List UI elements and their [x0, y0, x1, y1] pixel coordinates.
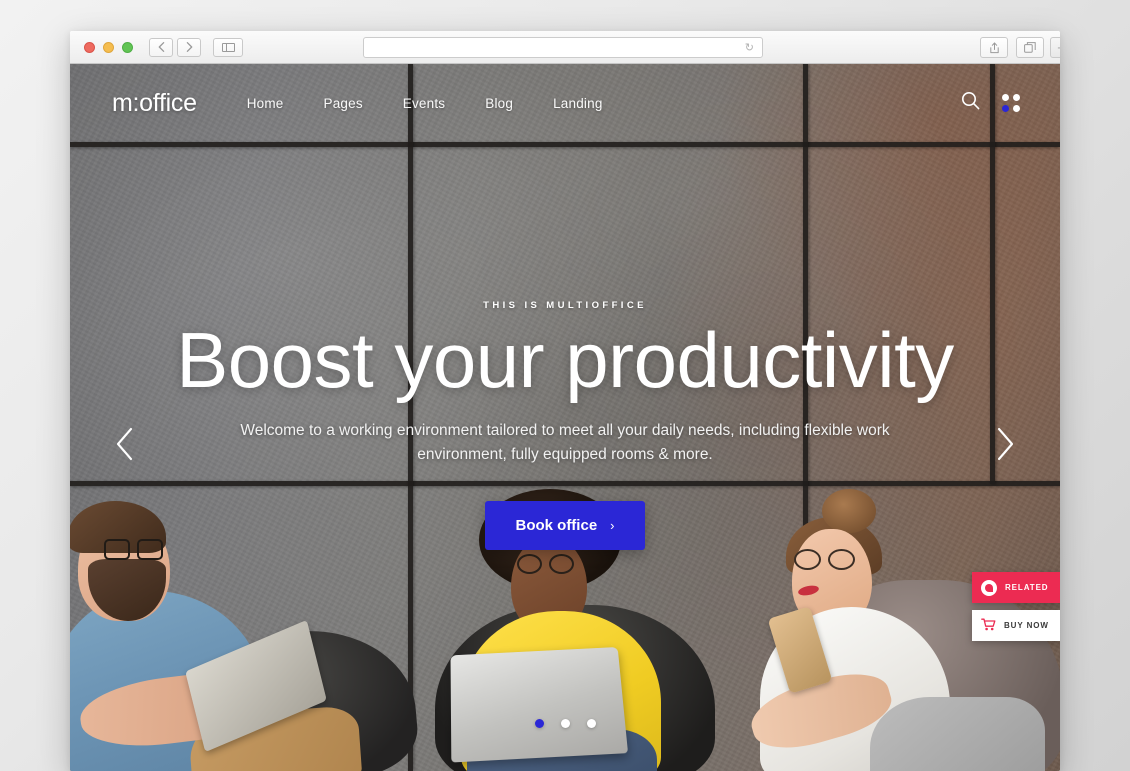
browser-navigation-buttons	[149, 37, 201, 57]
hero-cta-wrapper: Book office ›	[130, 501, 1000, 551]
share-icon	[989, 42, 999, 53]
nav-item-home[interactable]: Home	[247, 96, 284, 111]
site-navigation-bar: m:office Home Pages Events Blog Landing	[70, 64, 1060, 142]
share-button[interactable]	[980, 37, 1008, 58]
sidebar-icon	[221, 42, 235, 52]
browser-window: ↻ +	[70, 31, 1060, 771]
address-bar[interactable]: ↻	[363, 37, 763, 58]
main-menu: Home Pages Events Blog Landing	[247, 96, 603, 111]
forward-button[interactable]	[177, 37, 201, 57]
close-window-button[interactable]	[84, 41, 95, 53]
hero-title: Boost your productivity	[176, 316, 954, 404]
book-office-button[interactable]: Book office ›	[485, 501, 645, 551]
floating-widgets: RELATED BUY NOW	[972, 572, 1060, 641]
wall-grout-line	[70, 142, 1060, 147]
browser-chrome-toolbar: ↻ +	[70, 31, 1060, 64]
minimize-window-button[interactable]	[103, 41, 114, 53]
tabs-icon	[1024, 42, 1036, 53]
slider-next-button[interactable]	[988, 421, 1022, 467]
chevron-right-icon	[997, 427, 1014, 461]
nav-item-events[interactable]: Events	[403, 96, 445, 111]
grid-dot	[1013, 105, 1020, 112]
search-icon[interactable]	[961, 91, 980, 115]
chevron-right-icon: ›	[610, 518, 615, 534]
window-traffic-lights	[84, 41, 133, 53]
brand-logo-icon	[981, 579, 997, 596]
nav-actions	[961, 91, 1020, 115]
chevron-left-icon	[116, 427, 133, 461]
browser-toolbar-actions	[980, 37, 1044, 58]
related-label: RELATED	[1005, 583, 1049, 592]
back-button[interactable]	[149, 37, 173, 57]
site-logo[interactable]: m:office	[112, 89, 197, 118]
hero-eyebrow: THIS IS MULTIOFFICE	[483, 300, 647, 311]
grid-dot-active	[1002, 105, 1009, 112]
website-hero-section: m:office Home Pages Events Blog Landing	[70, 64, 1060, 771]
maximize-window-button[interactable]	[122, 41, 133, 53]
grid-menu-icon[interactable]	[1002, 94, 1020, 112]
buy-now-widget-button[interactable]: BUY NOW	[972, 610, 1060, 641]
shopping-cart-icon	[981, 618, 996, 633]
hero-subtitle: Welcome to a working environment tailore…	[240, 422, 890, 464]
slider-dot-2[interactable]	[560, 719, 570, 728]
sidebar-toggle-button[interactable]	[213, 37, 243, 57]
slider-dot-3[interactable]	[586, 719, 596, 728]
slider-pagination	[70, 719, 1060, 728]
grid-dot	[1013, 94, 1020, 101]
book-office-label: Book office	[515, 517, 598, 535]
chevron-left-icon	[158, 42, 164, 52]
eyeglasses-icon	[517, 554, 579, 575]
eyeglasses-icon	[794, 549, 860, 571]
reload-icon[interactable]: ↻	[745, 41, 754, 54]
buy-now-label: BUY NOW	[1004, 621, 1049, 630]
show-tabs-button[interactable]	[1016, 37, 1044, 58]
nav-item-blog[interactable]: Blog	[485, 96, 513, 111]
slider-prev-button[interactable]	[108, 421, 142, 467]
laptop-device	[450, 646, 629, 763]
slider-dot-1[interactable]	[534, 719, 544, 728]
nav-item-landing[interactable]: Landing	[553, 96, 602, 111]
related-widget-button[interactable]: RELATED	[972, 572, 1060, 603]
chevron-right-icon	[186, 42, 192, 52]
grey-jeans	[870, 697, 1045, 771]
nav-item-pages[interactable]: Pages	[324, 96, 363, 111]
hero-content: THIS IS MULTIOFFICE Boost your productiv…	[70, 300, 1060, 551]
grid-dot	[1002, 94, 1009, 101]
new-tab-button[interactable]: +	[1050, 37, 1060, 58]
